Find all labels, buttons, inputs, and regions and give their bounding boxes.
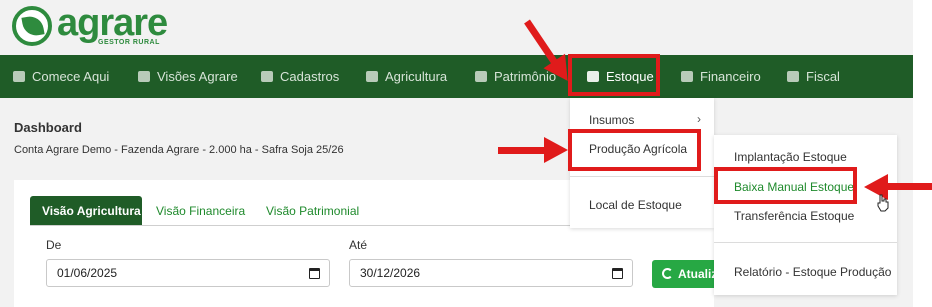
highlight-box-estoque xyxy=(568,54,660,96)
highlight-box-baixa-manual xyxy=(714,167,857,204)
logo-text: agrare xyxy=(57,2,168,44)
nav-item-agricultura[interactable]: Agricultura xyxy=(366,55,447,98)
submenu-item-implantacao-estoque[interactable]: Implantação Estoque xyxy=(734,150,847,164)
nav-label: Fiscal xyxy=(806,69,840,84)
nav-label: Cadastros xyxy=(280,69,340,84)
submenu-divider xyxy=(714,242,897,243)
calendar-icon[interactable] xyxy=(612,268,623,279)
from-date-value: 01/06/2025 xyxy=(57,266,118,280)
arrow-annotation-producao xyxy=(498,137,568,163)
to-label: Até xyxy=(349,238,368,252)
nav-label: Visões Agrare xyxy=(157,69,238,84)
to-date-input[interactable]: 30/12/2026 xyxy=(349,259,633,287)
tractor-icon xyxy=(475,71,487,82)
nav-label: Agricultura xyxy=(385,69,448,84)
calendar-icon[interactable] xyxy=(309,268,320,279)
page-title: Dashboard xyxy=(14,120,82,135)
nav-label: Comece Aqui xyxy=(32,69,110,84)
nav-label: Financeiro xyxy=(700,69,761,84)
nav-item-financeiro[interactable]: Financeiro xyxy=(681,55,761,98)
nav-item-fiscal[interactable]: Fiscal xyxy=(787,55,840,98)
leaf-logo-icon xyxy=(12,6,52,46)
grid-icon xyxy=(138,71,150,82)
hand-money-icon xyxy=(681,71,693,82)
from-date-input[interactable]: 01/06/2025 xyxy=(46,259,330,287)
refresh-icon xyxy=(662,268,673,279)
hand-cursor-icon xyxy=(877,194,889,212)
nav-item-patrimonio[interactable]: Patrimônio xyxy=(475,55,556,98)
document-icon xyxy=(787,71,799,82)
header: agrare GESTOR RURAL xyxy=(0,0,913,55)
tab-visao-patrimonial[interactable]: Visão Patrimonial xyxy=(254,196,371,226)
to-date-value: 30/12/2026 xyxy=(360,266,421,280)
main-navbar: Comece Aqui Visões Agrare Cadastros Agri… xyxy=(0,55,913,98)
producao-submenu: Implantação Estoque Baixa Manual Estoque… xyxy=(714,135,897,295)
from-label: De xyxy=(46,238,62,252)
menu-divider xyxy=(570,176,714,177)
nav-item-comece-aqui[interactable]: Comece Aqui xyxy=(13,55,109,98)
agrare-logo[interactable]: agrare GESTOR RURAL xyxy=(12,2,182,50)
tab-visao-financeira[interactable]: Visão Financeira xyxy=(144,196,257,226)
nav-item-visoes-agrare[interactable]: Visões Agrare xyxy=(138,55,238,98)
leaf-icon xyxy=(366,71,378,82)
refresh-button[interactable]: Atualizar xyxy=(652,260,722,288)
submenu-item-relatorio-estoque-producao[interactable]: Relatório - Estoque Produção xyxy=(734,265,891,279)
highlight-box-producao-agricola xyxy=(568,129,701,171)
account-subtitle: Conta Agrare Demo - Fazenda Agrare - 2.0… xyxy=(14,144,344,156)
logo-subtitle: GESTOR RURAL xyxy=(98,39,160,46)
menu-item-local-de-estoque[interactable]: Local de Estoque xyxy=(589,198,682,212)
menu-item-insumos[interactable]: Insumos xyxy=(589,113,634,127)
submenu-item-transferencia-estoque[interactable]: Transferência Estoque xyxy=(734,209,854,223)
chevron-right-icon: › xyxy=(697,112,701,126)
nav-item-cadastros[interactable]: Cadastros xyxy=(261,55,339,98)
tag-icon xyxy=(261,71,273,82)
arrow-annotation-baixa-manual xyxy=(886,183,932,190)
users-icon xyxy=(13,71,25,82)
tab-visao-agricultura[interactable]: Visão Agricultura xyxy=(30,196,142,226)
